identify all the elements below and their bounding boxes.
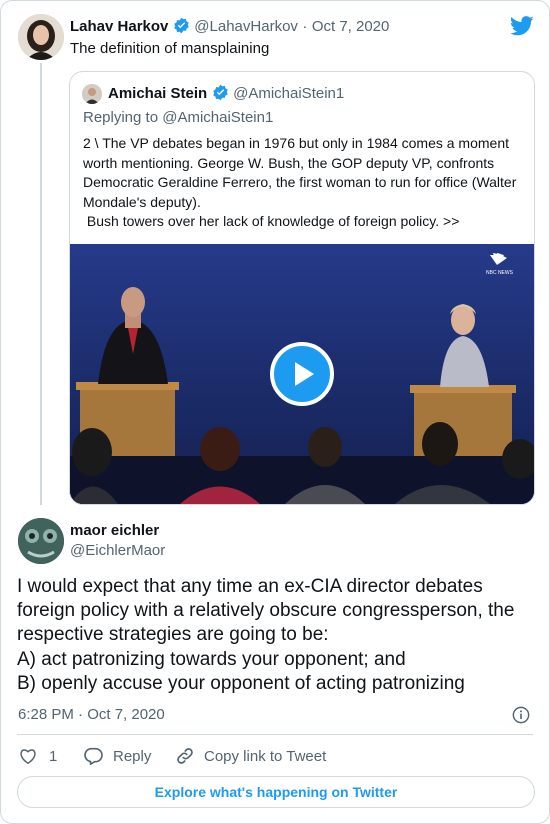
replying-to: Replying to @AmichaiStein1 [83,109,274,126]
reply-button[interactable]: Reply [83,746,151,766]
author-name[interactable]: Lahav Harkov [70,18,168,35]
link-icon [177,748,193,764]
separator-dot: · [302,18,308,35]
quoted-tweet[interactable]: Amichai Stein @AmichaiStein1 Replying to… [69,71,535,505]
twitter-logo-icon[interactable] [509,15,534,37]
copy-link-label: Copy link to Tweet [204,747,327,765]
tweet-date[interactable]: Oct 7, 2020 [312,18,390,35]
heart-icon [20,749,36,764]
lahav-avatar[interactable] [18,14,64,60]
play-icon [295,362,314,386]
maor-avatar[interactable] [18,518,64,564]
video-thumbnail[interactable]: NBC NEWS [70,244,534,504]
like-count: 1 [49,747,58,765]
like-button[interactable]: 1 [19,746,57,766]
reply-author-handle[interactable]: @EichlerMaor [70,542,165,559]
author-handle[interactable]: @LahavHarkov [194,18,298,35]
copy-link-button[interactable]: Copy link to Tweet [175,746,326,766]
reply-timestamp[interactable]: 6:28 PM · Oct 7, 2020 [18,706,165,723]
reply-author-name[interactable]: maor eichler [70,522,159,539]
divider [17,734,533,735]
tweet-embed-card: Lahav Harkov @LahavHarkov · Oct 7, 2020 … [0,0,550,824]
quoted-author-handle[interactable]: @AmichaiStein1 [233,85,344,102]
thread-connector [40,63,42,505]
verified-badge-icon [173,17,190,39]
quoted-author-name[interactable]: Amichai Stein [108,85,207,102]
tweet-text: The definition of mansplaining [70,40,270,57]
verified-badge-icon [212,84,229,106]
amichai-avatar[interactable] [82,84,102,104]
play-button[interactable] [270,342,334,406]
video-watermark: NBC NEWS [486,270,513,276]
quoted-text: 2 \ The VP debates began in 1976 but onl… [83,135,517,229]
explore-twitter-button[interactable]: Explore what's happening on Twitter [17,776,535,808]
reply-label: Reply [113,747,152,765]
nbc-logo-icon: NBC NEWS [486,252,513,276]
replying-handle-link[interactable]: @AmichaiStein1 [162,109,273,126]
reply-text: I would expect that any time an ex-CIA d… [17,576,515,694]
info-icon[interactable] [512,706,530,724]
reply-icon [84,747,103,765]
